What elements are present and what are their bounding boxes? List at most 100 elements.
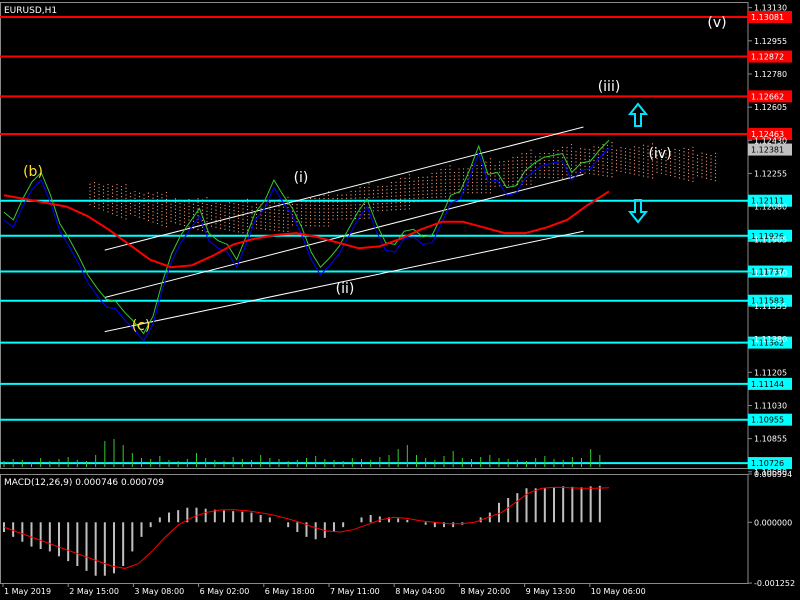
cloud-dot [606,165,609,167]
cloud-dot [692,170,694,172]
cloud-dot [381,196,384,198]
cloud-dot [399,201,402,204]
cloud-dot [485,161,487,163]
cloud-dot [399,198,402,200]
eurusd-chart[interactable]: 1.130811.128721.126621.124631.121111.119… [0,0,800,600]
cloud-dot [687,148,690,151]
cloud-dot [611,165,613,168]
cloud-dot [363,207,366,209]
cloud-dot [341,214,343,217]
cloud-dot [165,219,168,221]
cloud-dot [548,176,550,179]
cloud-dot [278,202,280,205]
cloud-dot [305,214,307,216]
cloud-dot [422,183,424,185]
cloud-dot [206,207,208,209]
cloud-dot [503,184,505,187]
cloud-dot [584,172,586,174]
cloud-dot [431,179,433,181]
cloud-dot [687,159,690,161]
cloud-dot [336,215,339,217]
cloud-dot [687,169,690,171]
cloud-dot [588,152,591,154]
cloud-dot [323,215,325,217]
cloud-dot [534,176,537,178]
cloud-dot [354,211,357,213]
cloud-dot [102,209,105,211]
cloud-dot [363,217,366,219]
cloud-dot [143,207,145,210]
cloud-dot [98,187,100,189]
cloud-dot [377,203,379,205]
cloud-dot [660,165,663,168]
cloud-dot [525,183,528,185]
cloud-dot [687,176,690,178]
cloud-dot [480,164,483,167]
time-tick-label: 6 May 18:00 [265,587,315,596]
cloud-dot [561,177,564,179]
cloud-dot [386,202,388,204]
time-tick-label: 2 May 15:00 [69,587,119,596]
cloud-dot [593,146,595,148]
price-tick-label: 1.11555 [754,302,787,311]
cloud-dot [494,182,496,184]
cloud-dot [134,208,136,210]
cloud-dot [161,197,163,199]
cloud-dot [629,148,631,150]
cloud-dot [93,185,96,187]
cloud-dot [372,210,375,212]
cloud-dot [269,212,271,214]
cloud-dot [323,194,325,196]
cloud-dot [336,211,339,213]
cloud-dot [287,213,289,215]
cloud-dot [471,188,474,190]
cloud-dot [188,226,190,228]
cloud-dot [584,151,586,154]
cloud-dot [273,202,276,204]
cloud-dot [156,216,159,218]
price-axis: 1.13130 1.12955 1.12780 1.12605 1.12430 1.122… [748,4,787,477]
cloud-dot [129,202,132,205]
cloud-dot [138,216,141,218]
cloud-dot [476,178,478,180]
cloud-dot [354,194,357,196]
cloud-dot [323,225,325,227]
cloud-dot [408,180,411,183]
cloud-dot [444,182,447,184]
cloud-dot [534,173,537,175]
cloud-dot [102,192,105,194]
cloud-dot [548,159,550,162]
price-tick-label: 1.11030 [754,401,787,410]
cloud-dot [629,158,631,161]
cloud-dot [584,158,586,161]
cloud-dot [602,167,604,170]
cloud-dot [530,149,532,151]
cloud-dot [372,203,375,205]
price-tick-label: 1.11905 [754,236,787,245]
cloud-dot [179,206,181,208]
cloud-dot [476,192,478,194]
cloud-dot [683,178,685,180]
cloud-dot [467,188,469,190]
cloud-dot [161,214,163,216]
cloud-dot [678,153,681,155]
cloud-dot [161,204,163,206]
cloud-dot [219,203,222,205]
cloud-dot [417,187,420,189]
cloud-dot [422,176,424,178]
cloud-dot [273,212,276,214]
cloud-dot [309,221,312,223]
cloud-dot [552,156,555,158]
cloud-dot [489,192,492,194]
cloud-dot [489,168,492,170]
cloud-dot [408,187,411,189]
cloud-dot [341,197,343,200]
cloud-dot [242,215,244,217]
cloud-dot [593,170,595,172]
cloud-dot [233,213,235,215]
cloud-dot [201,202,204,204]
cloud-dot [615,159,618,162]
cloud-dot [498,178,501,180]
cloud-dot [485,188,487,190]
cloud-dot [332,218,334,220]
